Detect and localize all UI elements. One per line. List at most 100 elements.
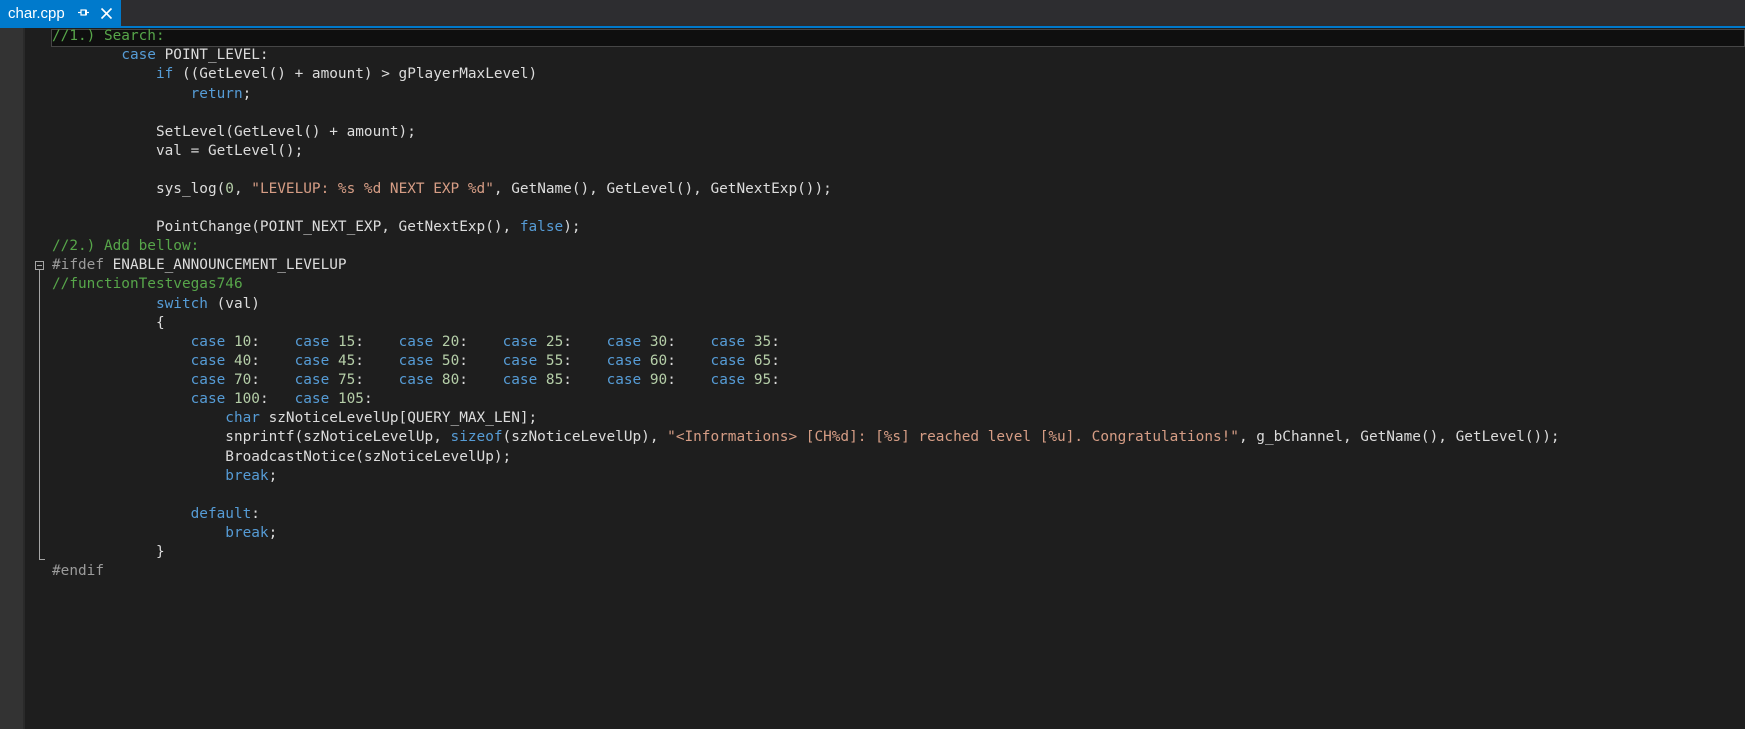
code-text: szNoticeLevelUp[QUERY_MAX_LEN];	[259, 410, 538, 426]
keyword: case	[710, 353, 746, 369]
preprocessor-directive: #ifdef	[52, 257, 104, 273]
number-literal: 35	[753, 334, 772, 350]
code-line-1[interactable]: //1.) Search:	[52, 26, 165, 47]
code-text: ;	[268, 468, 278, 484]
code-text: }	[155, 544, 165, 560]
keyword: case	[294, 391, 330, 407]
code-line-20[interactable]: case 100: case 105:	[52, 389, 373, 410]
code-line-19[interactable]: case 70: case 75: case 80: case 85: case…	[52, 370, 780, 391]
code-text: (szNoticeLevelUp),	[502, 429, 668, 445]
keyword: case	[294, 353, 330, 369]
code-line-29[interactable]: #endif	[52, 561, 104, 582]
preprocessor-directive: #endif	[52, 563, 104, 579]
number-literal: 75	[337, 372, 356, 388]
number-literal: 80	[441, 372, 460, 388]
keyword: case	[710, 334, 746, 350]
number-literal: 0	[225, 181, 234, 197]
number-literal: 105	[337, 391, 364, 407]
number-literal: 70	[233, 372, 252, 388]
code-text: );	[563, 219, 581, 235]
keyword: return	[190, 86, 243, 102]
code-text: val = GetLevel();	[155, 143, 304, 159]
code-line-16[interactable]: {	[52, 313, 165, 334]
code-text: ;	[268, 525, 278, 541]
keyword: case	[190, 372, 226, 388]
code-line-24[interactable]: break;	[52, 466, 277, 487]
code-line-11[interactable]: PointChange(POINT_NEXT_EXP, GetNextExp()…	[52, 217, 581, 238]
keyword: char	[225, 410, 260, 426]
keyword: case	[190, 353, 226, 369]
code-line-28[interactable]: }	[52, 542, 165, 563]
code-text: sys_log(	[155, 181, 226, 197]
number-literal: 60	[649, 353, 668, 369]
number-literal: 95	[753, 372, 772, 388]
number-literal: 100	[233, 391, 260, 407]
keyword: case	[606, 334, 642, 350]
code-line-14[interactable]: //functionTestvegas746	[52, 274, 243, 295]
keyword: case	[190, 334, 226, 350]
code-line-6[interactable]: SetLevel(GetLevel() + amount);	[52, 122, 416, 143]
number-literal: 10	[233, 334, 252, 350]
keyword: switch	[155, 296, 208, 312]
code-line-22[interactable]: snprintf(szNoticeLevelUp, sizeof(szNotic…	[52, 427, 1560, 448]
keyword: case	[190, 391, 226, 407]
pin-icon[interactable]	[78, 7, 90, 19]
code-line-9[interactable]: sys_log(0, "LEVELUP: %s %d NEXT EXP %d",…	[52, 179, 832, 200]
code-line-15[interactable]: switch (val)	[52, 294, 260, 315]
code-line-21[interactable]: char szNoticeLevelUp[QUERY_MAX_LEN];	[52, 408, 537, 429]
code-line-4[interactable]: return;	[52, 84, 252, 105]
keyword: case	[398, 353, 434, 369]
tab-char-cpp[interactable]: char.cpp	[0, 0, 121, 28]
code-line-7[interactable]: val = GetLevel();	[52, 141, 303, 162]
number-literal: 55	[545, 353, 564, 369]
code-line-13[interactable]: #ifdef ENABLE_ANNOUNCEMENT_LEVELUP	[52, 255, 347, 276]
code-line-17[interactable]: case 10: case 15: case 20: case 25: case…	[52, 332, 780, 353]
code-text: BroadcastNotice(szNoticeLevelUp);	[225, 449, 512, 465]
keyword: sizeof	[450, 429, 503, 445]
code-editor[interactable]: //1.) Search: case POINT_LEVEL: if ((Get…	[25, 28, 1745, 729]
code-text: , g_bChannel, GetName(), GetLevel());	[1238, 429, 1560, 445]
document-tab-bar: char.cpp	[0, 0, 1745, 28]
current-line-highlight	[51, 29, 1745, 47]
code-line-27[interactable]: break;	[52, 523, 277, 544]
indicator-margin[interactable]	[0, 28, 25, 729]
number-literal: 50	[441, 353, 460, 369]
string-literal: "LEVELUP: %s %d NEXT EXP %d"	[251, 181, 494, 197]
keyword: default	[190, 506, 252, 522]
keyword: case	[121, 47, 156, 63]
code-text: ((GetLevel() + amount) > gPlayerMaxLevel…	[173, 66, 538, 82]
keyword: case	[606, 353, 642, 369]
code-text: :	[251, 506, 260, 522]
code-text: SetLevel(GetLevel() + amount);	[155, 124, 416, 140]
code-line-18[interactable]: case 40: case 45: case 50: case 55: case…	[52, 351, 780, 372]
code-line-23[interactable]: BroadcastNotice(szNoticeLevelUp);	[52, 447, 511, 468]
code-text: ;	[242, 86, 252, 102]
code-text: PointChange(POINT_NEXT_EXP, GetNextExp()…	[155, 219, 520, 235]
editor-window: char.cpp //1.) Search: case POINT_LEVEL:…	[0, 0, 1745, 729]
outlining-guide	[39, 270, 40, 560]
keyword: if	[155, 66, 174, 82]
code-text: POINT_LEVEL:	[155, 47, 269, 63]
comment: //2.) Add bellow:	[52, 238, 200, 254]
close-icon[interactable]	[100, 7, 113, 20]
outlining-guide-end	[39, 559, 45, 560]
string-literal: "<Informations> [CH%d]: [%s] reached lev…	[667, 429, 1239, 445]
number-literal: 25	[545, 334, 564, 350]
keyword: case	[502, 372, 538, 388]
tab-title[interactable]: char.cpp	[8, 0, 65, 28]
code-text: , GetName(), GetLevel(), GetNextExp());	[493, 181, 832, 197]
keyword: case	[294, 372, 330, 388]
code-line-12[interactable]: //2.) Add bellow:	[52, 236, 199, 257]
code-line-2[interactable]: case POINT_LEVEL:	[52, 45, 269, 66]
keyword: case	[710, 372, 746, 388]
code-line-3[interactable]: if ((GetLevel() + amount) > gPlayerMaxLe…	[52, 64, 537, 85]
keyword: case	[606, 372, 642, 388]
collapse-region-icon[interactable]	[35, 261, 44, 270]
comment: //1.) Search:	[52, 28, 165, 44]
number-literal: 85	[545, 372, 564, 388]
code-line-26[interactable]: default:	[52, 504, 260, 525]
number-literal: 65	[753, 353, 772, 369]
comment: //functionTestvegas746	[52, 276, 243, 292]
keyword: case	[398, 334, 434, 350]
number-literal: 15	[337, 334, 356, 350]
